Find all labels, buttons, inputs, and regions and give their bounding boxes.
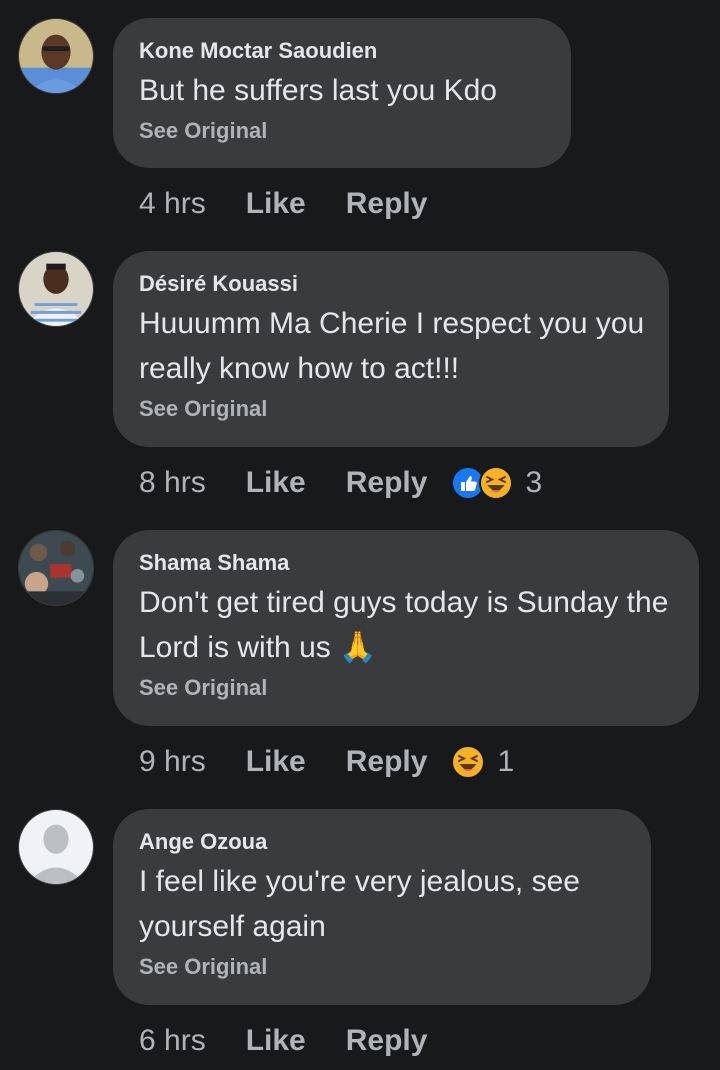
reply-button[interactable]: Reply: [346, 187, 428, 221]
comment-text: Huuumm Ma Cherie I respect you you reall…: [139, 307, 645, 385]
reply-button[interactable]: Reply: [346, 1024, 428, 1058]
profile-photo-icon: [19, 19, 93, 93]
haha-reaction-icon: [479, 466, 514, 500]
reaction-count: 1: [497, 745, 515, 778]
comment-author[interactable]: Désiré Kouassi: [139, 271, 643, 297]
comment-timestamp[interactable]: 8 hrs: [139, 466, 206, 500]
avatar[interactable]: [18, 18, 94, 94]
like-button[interactable]: Like: [246, 187, 306, 221]
comment-bubble: Kone Moctar Saoudien But he suffers last…: [113, 18, 571, 168]
see-original-link[interactable]: See Original: [139, 117, 267, 145]
comment-actions: 9 hrs Like Reply 1: [139, 742, 514, 782]
default-avatar-icon: [19, 810, 93, 884]
reply-button[interactable]: Reply: [346, 745, 428, 779]
comment-text: But he suffers last you Kdo: [139, 74, 497, 107]
like-button[interactable]: Like: [246, 745, 306, 779]
profile-photo-icon: [19, 531, 93, 605]
comment-timestamp[interactable]: 6 hrs: [139, 1024, 206, 1058]
like-button[interactable]: Like: [246, 466, 306, 500]
comment-actions: 6 hrs Like Reply: [139, 1021, 427, 1061]
comment-bubble: Désiré Kouassi Huuumm Ma Cherie I respec…: [113, 251, 669, 447]
like-button[interactable]: Like: [246, 1024, 306, 1058]
comment-bubble: Shama Shama Don't get tired guys today i…: [113, 530, 699, 726]
comment-timestamp[interactable]: 4 hrs: [139, 187, 206, 221]
reactions-summary[interactable]: 1: [451, 745, 514, 779]
see-original-link[interactable]: See Original: [139, 395, 267, 423]
profile-photo-icon: [19, 252, 93, 326]
comment-text: Don't get tired guys today is Sunday the…: [139, 586, 669, 664]
comment-text: I feel like you're very jealous, see you…: [139, 865, 580, 943]
comment-actions: 4 hrs Like Reply: [139, 184, 427, 224]
avatar[interactable]: [18, 251, 94, 327]
avatar[interactable]: [18, 809, 94, 885]
comment-author[interactable]: Kone Moctar Saoudien: [139, 38, 545, 64]
comment-bubble: Ange Ozoua I feel like you're very jealo…: [113, 809, 651, 1005]
reply-button[interactable]: Reply: [346, 466, 428, 500]
see-original-link[interactable]: See Original: [139, 953, 267, 981]
comment-timestamp[interactable]: 9 hrs: [139, 745, 206, 779]
comment-actions: 8 hrs Like Reply 3: [139, 463, 542, 503]
reactions-summary[interactable]: 3: [451, 466, 542, 500]
comment-author[interactable]: Ange Ozoua: [139, 829, 625, 855]
see-original-link[interactable]: See Original: [139, 674, 267, 702]
avatar[interactable]: [18, 530, 94, 606]
haha-reaction-icon: [451, 745, 486, 779]
comment-author[interactable]: Shama Shama: [139, 550, 673, 576]
reaction-count: 3: [525, 466, 543, 499]
